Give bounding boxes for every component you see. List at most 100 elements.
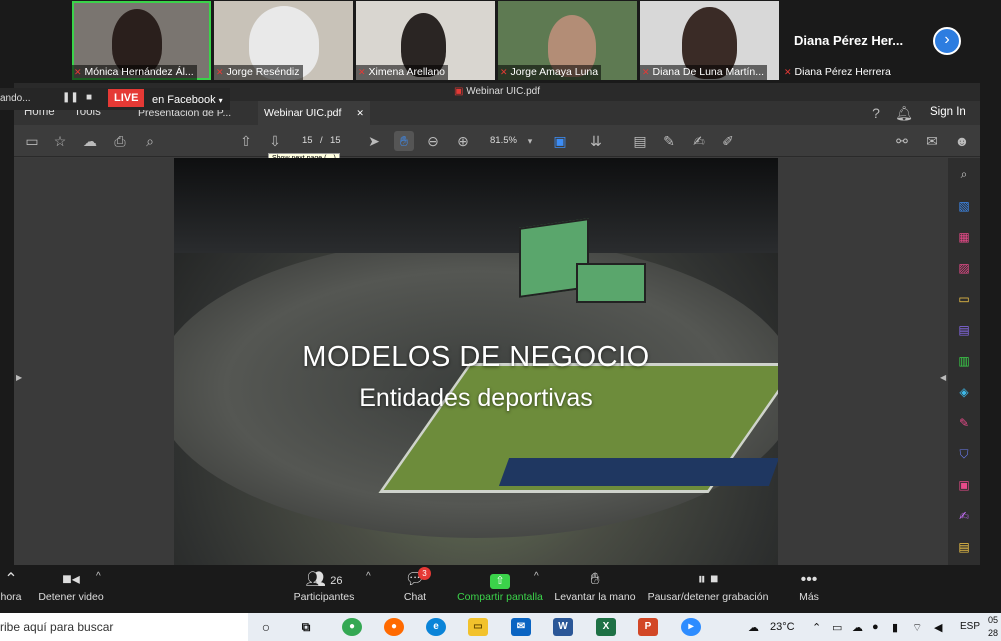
left-panel-toggle-icon[interactable]: ▶: [16, 373, 22, 382]
share-options-chevron-icon[interactable]: ^: [534, 571, 539, 582]
more-dots-icon: •••: [800, 571, 818, 588]
network-icon[interactable]: ⌔: [912, 621, 922, 635]
tray-chevron-up-icon[interactable]: ⌃: [812, 621, 821, 634]
upload-cloud-icon[interactable]: ☁: [80, 131, 100, 151]
word-icon[interactable]: W: [553, 618, 573, 636]
zoom-level-field[interactable]: 81.5%: [490, 135, 517, 146]
temperature-text[interactable]: 23°C: [770, 621, 795, 633]
tab-webinar-uic[interactable]: Webinar UIC.pdf ✕: [258, 101, 370, 125]
display-icon[interactable]: ▭: [832, 621, 842, 634]
zoom-app-icon[interactable]: ▸: [681, 618, 701, 636]
email-icon[interactable]: ✉: [922, 131, 942, 151]
share-label: Compartir pantalla: [457, 591, 543, 603]
record-label: Pausar/detener grabación: [647, 591, 769, 603]
zoom-search-icon[interactable]: ⌕: [140, 131, 160, 151]
mute-button[interactable]: ⌃ hora: [0, 569, 22, 603]
task-view-icon[interactable]: ⧉: [296, 618, 316, 636]
microphone-icon[interactable]: ●: [872, 621, 879, 633]
onedrive-cloud-icon[interactable]: ☁: [852, 621, 863, 634]
participant-tile[interactable]: ✕ Ximena Arellano: [356, 1, 495, 80]
clock-time[interactable]: 05: [988, 615, 998, 625]
fill-sign-tool-icon[interactable]: ✎: [956, 415, 972, 431]
participant-tile-no-video[interactable]: Diana Pérez Her... ✕ Diana Pérez Herrera: [782, 1, 921, 80]
sign-icon[interactable]: ✍︎: [689, 131, 709, 151]
compress-icon[interactable]: ▥: [956, 353, 972, 369]
highlight-pen-icon[interactable]: ✎: [659, 131, 679, 151]
more-tools-icon[interactable]: ▤: [956, 539, 972, 555]
right-panel-toggle-icon[interactable]: ◀: [940, 373, 946, 382]
firefox-icon[interactable]: ●: [384, 618, 404, 636]
live-target[interactable]: en Facebook ▾: [152, 94, 223, 106]
chrome-icon[interactable]: ●: [342, 618, 362, 636]
sign-tool-icon[interactable]: ✍︎: [956, 508, 972, 524]
window-title: Webinar UIC.pdf: [466, 86, 540, 97]
fill-sign-icon[interactable]: ✐: [718, 131, 738, 151]
file-explorer-icon[interactable]: ▭: [468, 618, 488, 636]
participant-tile[interactable]: ✕ Jorge Reséndiz: [214, 1, 353, 80]
print-icon[interactable]: ⎙: [110, 131, 130, 151]
participants-count: 26: [330, 575, 343, 587]
language-indicator[interactable]: ESP: [960, 621, 980, 632]
clock-date[interactable]: 28: [988, 628, 998, 638]
zoom-dropdown-chevron-icon[interactable]: ▾: [520, 131, 540, 151]
pause-stop-recording-button[interactable]: ⏸︎ ⏹︎ Pausar/detener grabación: [646, 569, 770, 603]
export-pdf-icon[interactable]: ▤: [956, 322, 972, 338]
volume-icon[interactable]: ◀︎: [934, 621, 942, 634]
stop-recording-icon[interactable]: ■: [86, 92, 92, 103]
participant-tile[interactable]: ✕ Diana De Luna Martín...: [640, 1, 779, 80]
excel-icon[interactable]: X: [596, 618, 616, 636]
mic-muted-icon: ✕: [784, 67, 792, 77]
participant-tile[interactable]: ✕ Jorge Amaya Luna: [498, 1, 637, 80]
close-tab-icon[interactable]: ✕: [356, 108, 364, 118]
organize-pages-icon[interactable]: ▦: [956, 229, 972, 245]
scroll-mode-icon[interactable]: ⇊: [586, 131, 606, 151]
raise-hand-button[interactable]: ✋︎ Levantar la mano: [553, 569, 637, 603]
help-icon[interactable]: ?: [866, 103, 886, 123]
zoom-in-icon[interactable]: ⊕: [453, 131, 473, 151]
video-options-chevron-icon[interactable]: ^: [96, 571, 101, 582]
scan-icon[interactable]: ◈: [956, 384, 972, 400]
tab-label: Webinar UIC.pdf: [264, 107, 342, 119]
participants-icon: 👥︎ 26: [305, 571, 343, 588]
participants-options-chevron-icon[interactable]: ^: [366, 571, 371, 582]
protect-shield-icon[interactable]: ⛉: [956, 446, 972, 462]
edge-icon[interactable]: e: [426, 618, 446, 636]
next-page-icon[interactable]: ⇩: [265, 131, 285, 151]
save-icon[interactable]: ▭: [22, 131, 42, 151]
sign-in-button[interactable]: Sign In: [930, 106, 966, 118]
powerpoint-icon[interactable]: P: [638, 618, 658, 636]
document-view[interactable]: ▶ ◀ MODELOS DE NEGOCIO Entidades deporti…: [14, 158, 948, 565]
edit-pdf-icon[interactable]: ▧: [956, 198, 972, 214]
fit-page-icon[interactable]: ▣: [550, 131, 570, 151]
comment-tool-icon[interactable]: ▭: [956, 291, 972, 307]
pause-recording-icon[interactable]: ❚❚: [62, 92, 79, 103]
taskbar-search-input[interactable]: ribe aquí para buscar: [0, 613, 248, 641]
share-user-icon[interactable]: ☻: [952, 131, 972, 151]
more-button[interactable]: ••• Más: [790, 569, 828, 603]
search-icon[interactable]: ⌕: [956, 166, 972, 182]
zoom-out-icon[interactable]: ⊖: [423, 131, 443, 151]
bookmark-star-icon[interactable]: ☆: [50, 131, 70, 151]
link-icon[interactable]: ⚯: [892, 131, 912, 151]
previous-page-icon[interactable]: ⇧: [236, 131, 256, 151]
next-participants-button[interactable]: ›: [933, 27, 961, 55]
pause-stop-icon: ⏸︎ ⏹︎: [697, 571, 719, 588]
right-tools-panel: ⌕ ▧ ▦ ▨ ▭ ▤ ▥ ◈ ✎ ⛉ ▣ ✍︎ ▤: [948, 158, 980, 565]
weather-icon[interactable]: ☁: [748, 621, 759, 634]
comment-icon[interactable]: ▤: [630, 131, 650, 151]
mic-muted-icon: ✕: [74, 67, 82, 77]
select-cursor-icon[interactable]: ➤: [364, 131, 384, 151]
mail-icon[interactable]: ✉: [511, 618, 531, 636]
live-badge[interactable]: LIVE: [108, 89, 145, 107]
battery-icon[interactable]: ▮: [892, 621, 898, 634]
notifications-bell-icon[interactable]: 🔔︎: [894, 103, 914, 123]
cortana-circle-icon[interactable]: ○: [256, 618, 276, 636]
slide-subtitle: Entidades deportivas: [359, 384, 593, 412]
current-page-field[interactable]: 15: [302, 135, 313, 146]
redact-icon[interactable]: ▣: [956, 477, 972, 493]
participant-tile[interactable]: ✕ Mónica Hernández Ál...: [72, 1, 211, 80]
create-pdf-icon[interactable]: ▨: [956, 260, 972, 276]
hand-tool-icon[interactable]: ✋︎: [394, 131, 414, 151]
share-screen-button[interactable]: ⇧ Compartir pantalla: [454, 569, 546, 603]
participants-button[interactable]: 👥︎ 26 Participantes: [292, 569, 356, 603]
